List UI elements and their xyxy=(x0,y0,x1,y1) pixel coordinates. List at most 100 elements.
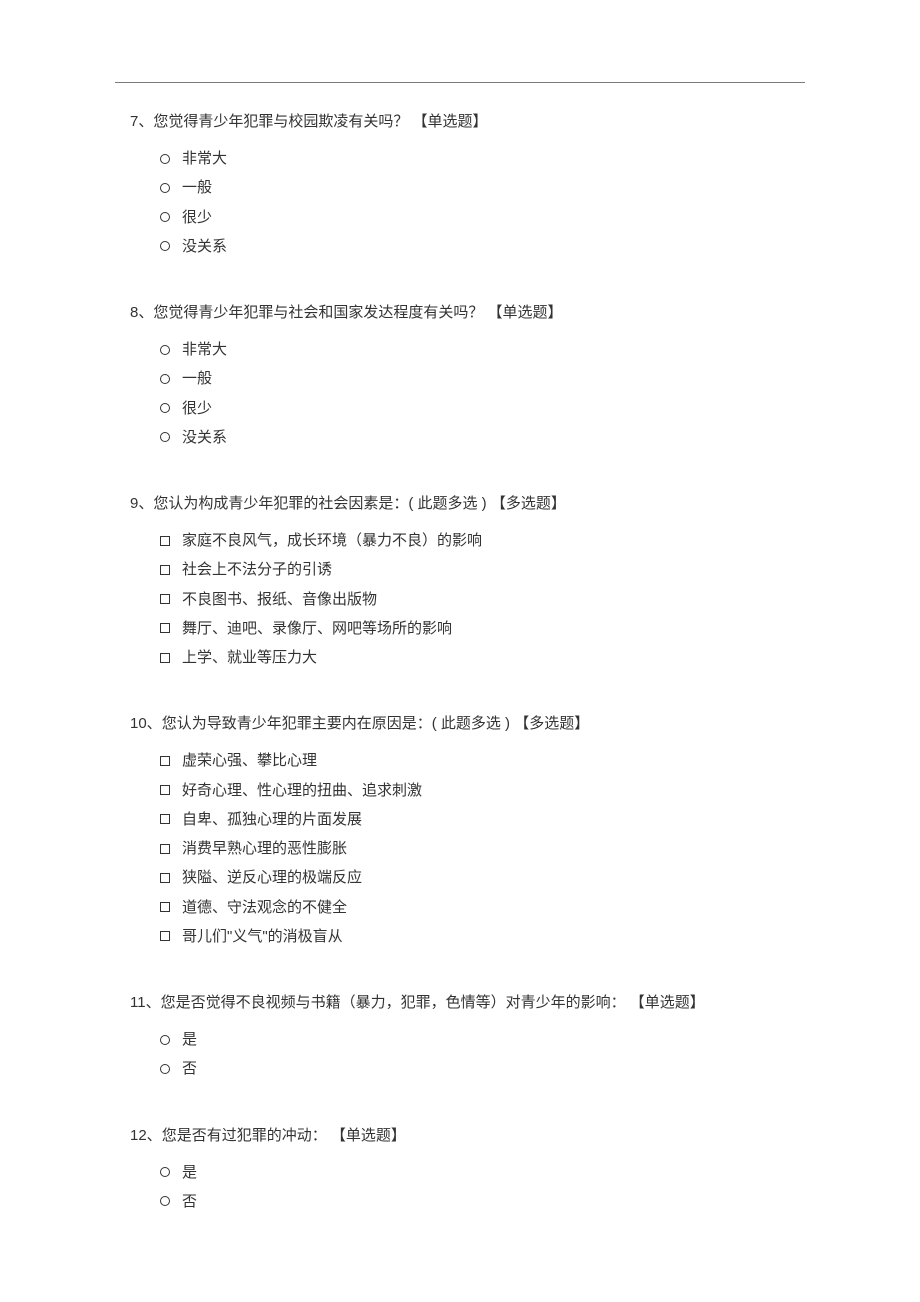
option-label: 社会上不法分子的引诱 xyxy=(182,555,332,584)
checkbox-icon xyxy=(160,536,170,546)
option-label: 一般 xyxy=(182,364,212,393)
option-item[interactable]: 没关系 xyxy=(160,232,790,261)
option-label: 消费早熟心理的恶性膨胀 xyxy=(182,834,347,863)
question-type-tag: 【多选题】 xyxy=(491,495,566,512)
checkbox-icon xyxy=(160,931,170,941)
option-item[interactable]: 一般 xyxy=(160,173,790,202)
option-label: 否 xyxy=(182,1054,197,1083)
radio-icon xyxy=(160,1035,170,1045)
questions-list: 7、您觉得青少年犯罪与校园欺凌有关吗？ 【单选题】非常大一般很少没关系8、您觉得… xyxy=(130,110,790,1216)
option-item[interactable]: 社会上不法分子的引诱 xyxy=(160,555,790,584)
question-number: 10、 xyxy=(130,715,162,732)
checkbox-icon xyxy=(160,785,170,795)
radio-icon xyxy=(160,432,170,442)
question-title: 9、您认为构成青少年犯罪的社会因素是：( 此题多选 ) 【多选题】 xyxy=(130,492,790,516)
option-item[interactable]: 是 xyxy=(160,1158,790,1187)
radio-icon xyxy=(160,183,170,193)
radio-icon xyxy=(160,345,170,355)
option-label: 很少 xyxy=(182,203,212,232)
question-text: 您认为导致青少年犯罪主要内在原因是：( 此题多选 ) xyxy=(162,715,510,732)
question-number: 7、 xyxy=(130,113,153,130)
radio-icon xyxy=(160,403,170,413)
option-item[interactable]: 好奇心理、性心理的扭曲、追求刺激 xyxy=(160,776,790,805)
radio-icon xyxy=(160,1196,170,1206)
option-item[interactable]: 很少 xyxy=(160,394,790,423)
option-label: 是 xyxy=(182,1158,197,1187)
question-number: 8、 xyxy=(130,304,153,321)
option-label: 上学、就业等压力大 xyxy=(182,643,317,672)
option-item[interactable]: 非常大 xyxy=(160,144,790,173)
option-label: 好奇心理、性心理的扭曲、追求刺激 xyxy=(182,776,422,805)
option-label: 非常大 xyxy=(182,144,227,173)
radio-icon xyxy=(160,374,170,384)
option-item[interactable]: 道德、守法观念的不健全 xyxy=(160,893,790,922)
question-9: 9、您认为构成青少年犯罪的社会因素是：( 此题多选 ) 【多选题】家庭不良风气，… xyxy=(130,492,790,672)
checkbox-icon xyxy=(160,873,170,883)
option-item[interactable]: 自卑、孤独心理的片面发展 xyxy=(160,805,790,834)
checkbox-icon xyxy=(160,623,170,633)
option-label: 没关系 xyxy=(182,232,227,261)
question-title: 10、您认为导致青少年犯罪主要内在原因是：( 此题多选 ) 【多选题】 xyxy=(130,712,790,736)
question-text: 您觉得青少年犯罪与校园欺凌有关吗？ xyxy=(153,113,408,130)
question-type-tag: 【单选题】 xyxy=(413,113,488,130)
option-label: 是 xyxy=(182,1025,197,1054)
options-list: 虚荣心强、攀比心理好奇心理、性心理的扭曲、追求刺激自卑、孤独心理的片面发展消费早… xyxy=(130,746,790,951)
option-item[interactable]: 否 xyxy=(160,1187,790,1216)
checkbox-icon xyxy=(160,844,170,854)
option-item[interactable]: 家庭不良风气，成长环境（暴力不良）的影响 xyxy=(160,526,790,555)
option-label: 否 xyxy=(182,1187,197,1216)
question-12: 12、您是否有过犯罪的冲动： 【单选题】是否 xyxy=(130,1124,790,1217)
question-title: 11、您是否觉得不良视频与书籍（暴力，犯罪，色情等）对青少年的影响： 【单选题】 xyxy=(130,991,790,1015)
question-title: 12、您是否有过犯罪的冲动： 【单选题】 xyxy=(130,1124,790,1148)
question-text: 您认为构成青少年犯罪的社会因素是：( 此题多选 ) xyxy=(153,495,486,512)
question-text: 您是否觉得不良视频与书籍（暴力，犯罪，色情等）对青少年的影响： xyxy=(161,994,626,1011)
option-label: 非常大 xyxy=(182,335,227,364)
option-item[interactable]: 非常大 xyxy=(160,335,790,364)
option-item[interactable]: 是 xyxy=(160,1025,790,1054)
question-11: 11、您是否觉得不良视频与书籍（暴力，犯罪，色情等）对青少年的影响： 【单选题】… xyxy=(130,991,790,1084)
question-7: 7、您觉得青少年犯罪与校园欺凌有关吗？ 【单选题】非常大一般很少没关系 xyxy=(130,110,790,261)
option-item[interactable]: 舞厅、迪吧、录像厅、网吧等场所的影响 xyxy=(160,614,790,643)
question-8: 8、您觉得青少年犯罪与社会和国家发达程度有关吗？ 【单选题】非常大一般很少没关系 xyxy=(130,301,790,452)
radio-icon xyxy=(160,212,170,222)
question-number: 9、 xyxy=(130,495,153,512)
option-item[interactable]: 否 xyxy=(160,1054,790,1083)
option-label: 舞厅、迪吧、录像厅、网吧等场所的影响 xyxy=(182,614,452,643)
options-list: 是否 xyxy=(130,1025,790,1084)
option-label: 没关系 xyxy=(182,423,227,452)
top-rule xyxy=(115,82,805,83)
options-list: 是否 xyxy=(130,1158,790,1217)
option-item[interactable]: 不良图书、报纸、音像出版物 xyxy=(160,585,790,614)
radio-icon xyxy=(160,154,170,164)
option-label: 很少 xyxy=(182,394,212,423)
option-item[interactable]: 很少 xyxy=(160,203,790,232)
checkbox-icon xyxy=(160,814,170,824)
option-item[interactable]: 上学、就业等压力大 xyxy=(160,643,790,672)
option-item[interactable]: 消费早熟心理的恶性膨胀 xyxy=(160,834,790,863)
radio-icon xyxy=(160,1167,170,1177)
options-list: 非常大一般很少没关系 xyxy=(130,335,790,452)
question-title: 8、您觉得青少年犯罪与社会和国家发达程度有关吗？ 【单选题】 xyxy=(130,301,790,325)
option-label: 虚荣心强、攀比心理 xyxy=(182,746,317,775)
question-type-tag: 【单选题】 xyxy=(630,994,705,1011)
option-item[interactable]: 没关系 xyxy=(160,423,790,452)
option-item[interactable]: 一般 xyxy=(160,364,790,393)
option-label: 一般 xyxy=(182,173,212,202)
question-type-tag: 【多选题】 xyxy=(514,715,589,732)
checkbox-icon xyxy=(160,653,170,663)
option-item[interactable]: 狭隘、逆反心理的极端反应 xyxy=(160,863,790,892)
question-10: 10、您认为导致青少年犯罪主要内在原因是：( 此题多选 ) 【多选题】虚荣心强、… xyxy=(130,712,790,951)
option-label: 家庭不良风气，成长环境（暴力不良）的影响 xyxy=(182,526,482,555)
option-label: 狭隘、逆反心理的极端反应 xyxy=(182,863,362,892)
option-item[interactable]: 哥儿们"义气"的消极盲从 xyxy=(160,922,790,951)
radio-icon xyxy=(160,241,170,251)
option-label: 自卑、孤独心理的片面发展 xyxy=(182,805,362,834)
option-item[interactable]: 虚荣心强、攀比心理 xyxy=(160,746,790,775)
question-number: 11、 xyxy=(130,994,161,1011)
page-container: 7、您觉得青少年犯罪与校园欺凌有关吗？ 【单选题】非常大一般很少没关系8、您觉得… xyxy=(0,0,920,1302)
option-label: 哥儿们"义气"的消极盲从 xyxy=(182,922,343,951)
options-list: 家庭不良风气，成长环境（暴力不良）的影响社会上不法分子的引诱不良图书、报纸、音像… xyxy=(130,526,790,672)
option-label: 道德、守法观念的不健全 xyxy=(182,893,347,922)
radio-icon xyxy=(160,1064,170,1074)
checkbox-icon xyxy=(160,902,170,912)
